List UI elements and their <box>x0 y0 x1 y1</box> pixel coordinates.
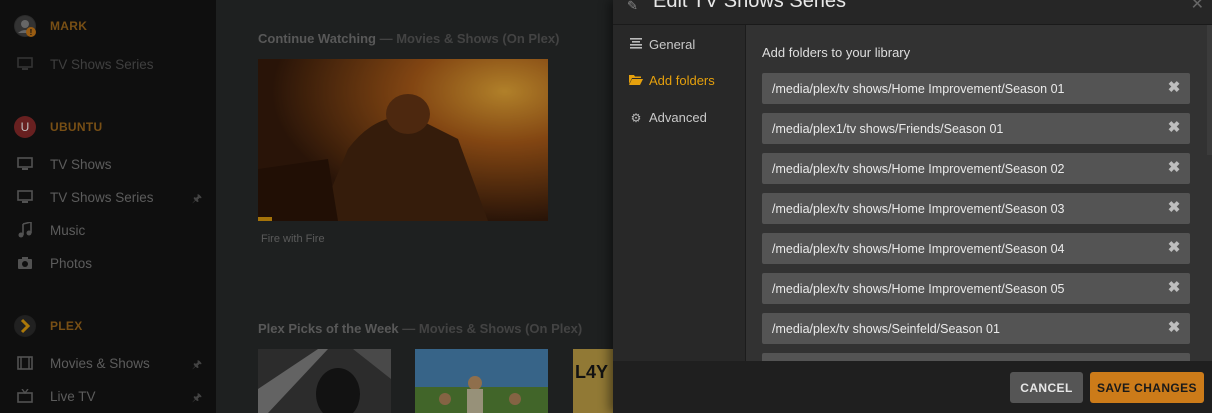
remove-folder-icon[interactable]: ✖ <box>1166 200 1182 216</box>
remove-folder-icon[interactable]: ✖ <box>1166 280 1182 296</box>
folder-path: /media/plex/tv shows/Home Improvement/Se… <box>772 81 1065 96</box>
section-subtitle: — Movies & Shows (On Plex) <box>402 321 583 336</box>
folder-row-partial <box>762 353 1190 361</box>
modal-nav: General Add folders ⚙ Advanced <box>613 25 746 361</box>
plex-pick-poster[interactable] <box>258 349 391 413</box>
folder-icon <box>629 74 643 88</box>
folder-row: /media/plex/tv shows/Home Improvement/Se… <box>762 233 1190 264</box>
tab-label: Add folders <box>649 73 715 88</box>
folder-row: /media/plex/tv shows/Home Improvement/Se… <box>762 193 1190 224</box>
folder-path: /media/plex/tv shows/Seinfeld/Season 01 <box>772 321 1000 336</box>
tab-advanced[interactable]: ⚙ Advanced <box>629 110 707 125</box>
add-folders-heading: Add folders to your library <box>762 45 911 60</box>
remove-folder-icon[interactable]: ✖ <box>1166 120 1182 136</box>
sidebar: ! MARK TV Shows Series U UBUNTU TV Shows… <box>0 0 216 413</box>
modal-header: ✎ Edit TV Shows Series ✕ <box>613 0 1212 25</box>
tab-general[interactable]: General <box>629 37 695 52</box>
plex-pick-poster[interactable]: L4Y <box>573 349 613 413</box>
modal-footer: CANCEL SAVE CHANGES <box>613 361 1212 413</box>
folder-row: /media/plex/tv shows/Home Improvement/Se… <box>762 73 1190 104</box>
cancel-button[interactable]: CANCEL <box>1010 372 1083 403</box>
section-subtitle: — Movies & Shows (On Plex) <box>379 31 560 46</box>
folder-path: /media/plex/tv shows/Home Improvement/Se… <box>772 201 1065 216</box>
tab-label: General <box>649 37 696 52</box>
save-changes-button[interactable]: SAVE CHANGES <box>1090 372 1204 403</box>
continue-watching-caption[interactable]: Fire with Fire <box>261 233 325 245</box>
folder-row: /media/plex/tv shows/Home Improvement/Se… <box>762 273 1190 304</box>
lines-icon <box>629 37 643 52</box>
remove-folder-icon[interactable]: ✖ <box>1166 160 1182 176</box>
folder-path: /media/plex/tv shows/Home Improvement/Se… <box>772 241 1065 256</box>
modal-title: Edit TV Shows Series <box>653 0 847 12</box>
section-title-text: Continue Watching <box>258 31 376 46</box>
pencil-icon: ✎ <box>627 0 638 13</box>
sidebar-dim-overlay <box>0 0 216 413</box>
tab-label: Advanced <box>649 110 707 125</box>
tab-add-folders[interactable]: Add folders <box>629 73 715 88</box>
plex-app: ! MARK TV Shows Series U UBUNTU TV Shows… <box>0 0 1212 413</box>
plex-pick-poster[interactable] <box>415 349 548 413</box>
folder-row: /media/plex/tv shows/Seinfeld/Season 01 … <box>762 313 1190 344</box>
remove-folder-icon[interactable]: ✖ <box>1166 240 1182 256</box>
modal-content: Add folders to your library /media/plex/… <box>746 25 1212 361</box>
plex-picks-title[interactable]: Plex Picks of the Week — Movies & Shows … <box>258 321 582 336</box>
folder-row: /media/plex/tv shows/Home Improvement/Se… <box>762 153 1190 184</box>
close-icon[interactable]: ✕ <box>1191 0 1204 14</box>
content-scrollbar[interactable] <box>1207 25 1212 155</box>
folder-path: /media/plex/tv shows/Home Improvement/Se… <box>772 281 1065 296</box>
continue-watching-title[interactable]: Continue Watching — Movies & Shows (On P… <box>258 31 559 46</box>
remove-folder-icon[interactable]: ✖ <box>1166 80 1182 96</box>
folder-row: /media/plex1/tv shows/Friends/Season 01 … <box>762 113 1190 144</box>
folder-path: /media/plex1/tv shows/Friends/Season 01 <box>772 121 1004 136</box>
gear-icon: ⚙ <box>630 110 642 125</box>
continue-watching-thumbnail[interactable] <box>258 59 548 221</box>
svg-text:L4Y: L4Y <box>575 362 608 382</box>
folder-path: /media/plex/tv shows/Home Improvement/Se… <box>772 161 1065 176</box>
remove-folder-icon[interactable]: ✖ <box>1166 320 1182 336</box>
edit-library-modal: ✎ Edit TV Shows Series ✕ General Add fol… <box>613 0 1212 413</box>
section-title-text: Plex Picks of the Week <box>258 321 399 336</box>
